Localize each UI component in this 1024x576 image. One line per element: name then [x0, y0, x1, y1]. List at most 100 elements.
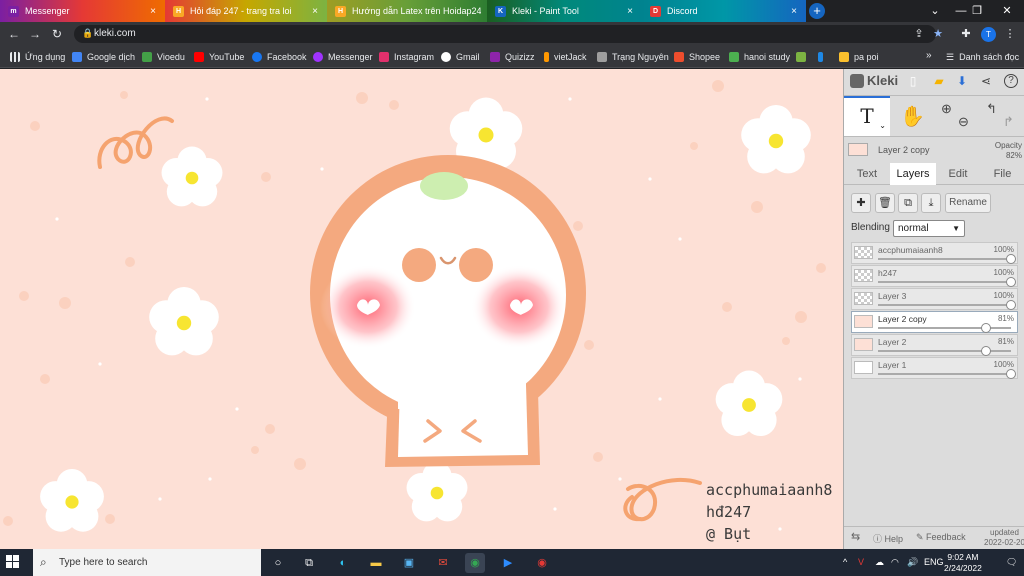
store-icon[interactable]: ▣ — [399, 553, 419, 573]
help-button[interactable]: ⓘ Help — [873, 532, 903, 545]
bookmark-vietjack[interactable]: vietJack — [544, 50, 587, 64]
notifications-icon[interactable]: 🗨 — [1006, 557, 1017, 568]
close-icon[interactable]: × — [309, 6, 321, 17]
slider-knob[interactable] — [980, 346, 991, 356]
language-indicator[interactable]: ENG — [924, 557, 944, 567]
forward-button[interactable]: → — [27, 26, 43, 42]
blending-select[interactable]: normal ▼ — [893, 220, 965, 237]
layer-row[interactable]: Layer 1 100% — [851, 357, 1018, 379]
extensions-icon[interactable]: ✚ — [959, 27, 973, 41]
share-icon[interactable]: ⇪ — [912, 27, 926, 41]
file-explorer-icon[interactable]: ▬ — [366, 553, 386, 573]
bookmark-trang-nguyen[interactable]: Trạng Nguyên — [597, 50, 669, 64]
tab-edit[interactable]: Edit — [936, 163, 980, 185]
new-tab-button[interactable]: + — [809, 3, 825, 19]
bookmarks-overflow-button[interactable]: » — [926, 50, 932, 61]
clock[interactable]: 9:02 AM 2/24/2022 — [944, 552, 982, 574]
layer-opacity-slider[interactable] — [878, 300, 1016, 310]
tab-hoidap[interactable]: H Hỏi đáp 247 - trang tra loi × — [165, 0, 327, 22]
tab-latex-guide[interactable]: H Hướng dẫn Latex trên Hoidap24 — [327, 0, 487, 22]
bookmark-vioedu[interactable]: Vioedu — [142, 50, 185, 64]
bookmark-l[interactable] — [818, 50, 828, 64]
text-tool-button[interactable]: T ⌄ — [844, 96, 890, 136]
bookmark-google-translate[interactable]: Google dịch — [72, 50, 135, 64]
new-image-icon[interactable]: ▯ — [906, 74, 920, 88]
bookmark-pa-poi[interactable]: pa poi — [839, 50, 879, 64]
bookmark-instagram[interactable]: Instagram — [379, 50, 434, 64]
undo-icon[interactable]: ↰ — [986, 101, 997, 117]
close-icon[interactable]: × — [624, 6, 636, 17]
download-icon[interactable]: ⬇ — [955, 74, 969, 88]
tray-chevron-icon[interactable]: ^ — [843, 557, 847, 567]
merge-down-icon[interactable]: ⤓ — [921, 193, 941, 213]
layer-opacity-slider[interactable] — [878, 254, 1016, 264]
layer-row[interactable]: h247 100% — [851, 265, 1018, 287]
rename-layer-button[interactable]: Rename — [945, 193, 991, 213]
add-layer-button[interactable]: ✚ — [851, 193, 871, 213]
layer-opacity-slider[interactable] — [878, 346, 1011, 356]
start-button[interactable] — [6, 555, 20, 569]
chrome-icon[interactable]: ◉ — [465, 553, 485, 573]
layer-row[interactable]: Layer 3 100% — [851, 288, 1018, 310]
vietkey-icon[interactable]: V — [858, 557, 864, 567]
reload-button[interactable]: ↻ — [49, 26, 65, 42]
tab-file[interactable]: File — [980, 163, 1024, 185]
bookmark-star-icon[interactable]: ★ — [931, 27, 945, 41]
drawing-canvas[interactable]: accphumaiaanh8 hđ247 @ Bụt — [0, 69, 843, 549]
tab-discord[interactable]: D Discord × — [642, 0, 806, 22]
cortana-icon[interactable]: ○ — [268, 553, 288, 573]
layer-opacity-slider[interactable] — [878, 277, 1016, 287]
restore-button[interactable]: ❐ — [960, 0, 994, 22]
task-view-icon[interactable]: ⧉ — [299, 553, 319, 573]
share-icon[interactable]: ⋖ — [979, 74, 993, 88]
layer-row[interactable]: accphumaiaanh8 100% — [851, 242, 1018, 264]
layer-opacity-slider[interactable] — [878, 323, 1011, 333]
bookmark-facebook[interactable]: Facebook — [252, 50, 307, 64]
bookmark-apps[interactable]: Ứng dụng — [10, 50, 65, 64]
close-icon[interactable]: × — [147, 6, 159, 17]
close-window-button[interactable]: ✕ — [990, 0, 1024, 22]
redo-icon[interactable]: ↱ — [1003, 114, 1014, 130]
bookmark-messenger[interactable]: Messenger — [313, 50, 373, 64]
slider-knob[interactable] — [1006, 254, 1016, 264]
delete-layer-icon[interactable]: 🗑 — [875, 193, 895, 213]
zoom-icon[interactable]: ▶ — [498, 553, 518, 573]
bookmark-oo[interactable] — [796, 50, 811, 64]
layer-row-selected[interactable]: Layer 2 copy 81% — [851, 311, 1018, 333]
edge-icon[interactable]: ◐ — [333, 553, 353, 573]
volume-icon[interactable]: 🔊 — [907, 557, 918, 568]
bookmark-gmail[interactable]: Gmail — [441, 50, 480, 64]
bookmark-quizizz[interactable]: Quizizz — [490, 50, 535, 64]
bookmark-youtube[interactable]: YouTube — [194, 50, 244, 64]
close-icon[interactable]: × — [788, 6, 800, 17]
zoom-in-icon[interactable]: ⊕ — [941, 101, 952, 117]
help-icon[interactable]: ? — [1004, 74, 1018, 88]
slider-knob[interactable] — [1006, 300, 1016, 310]
slider-knob[interactable] — [980, 323, 991, 333]
back-button[interactable]: ← — [6, 26, 22, 42]
tab-messenger[interactable]: m Messenger × — [0, 0, 165, 22]
tab-kleki[interactable]: K Kleki - Paint Tool × — [487, 0, 642, 22]
bookmark-hanoi-study[interactable]: hanoi study — [729, 50, 790, 64]
tab-layers[interactable]: Layers — [890, 163, 936, 185]
layer-opacity-slider[interactable] — [878, 369, 1016, 379]
zoom-out-icon[interactable]: ⊖ — [958, 114, 969, 130]
duplicate-layer-icon[interactable]: ⧉ — [898, 193, 918, 213]
hand-tool-button[interactable]: ✋ — [900, 104, 925, 129]
mail-icon[interactable]: ✉ — [433, 553, 453, 573]
address-bar[interactable]: 🔒 kleki.com — [74, 25, 936, 43]
bookmark-shopee[interactable]: Shopee — [674, 50, 720, 64]
chrome-profile-icon[interactable]: ◉ — [532, 553, 552, 573]
wifi-icon[interactable]: ◠ — [891, 557, 899, 568]
cloud-icon[interactable]: ☁ — [875, 557, 884, 568]
open-folder-icon[interactable]: ▰ — [932, 74, 946, 88]
feedback-button[interactable]: ✎ Feedback — [916, 532, 966, 543]
layer-row[interactable]: Layer 2 81% — [851, 334, 1018, 356]
taskbar-search[interactable]: ⌕ Type here to search — [33, 549, 261, 576]
slider-knob[interactable] — [1006, 369, 1016, 379]
reading-list-button[interactable]: ☰ Danh sách đọc — [946, 50, 1019, 64]
swap-icon[interactable]: ⇆ — [851, 530, 860, 543]
slider-knob[interactable] — [1006, 277, 1016, 287]
tab-text[interactable]: Text — [844, 163, 890, 185]
menu-icon[interactable]: ⋮ — [1003, 27, 1017, 41]
